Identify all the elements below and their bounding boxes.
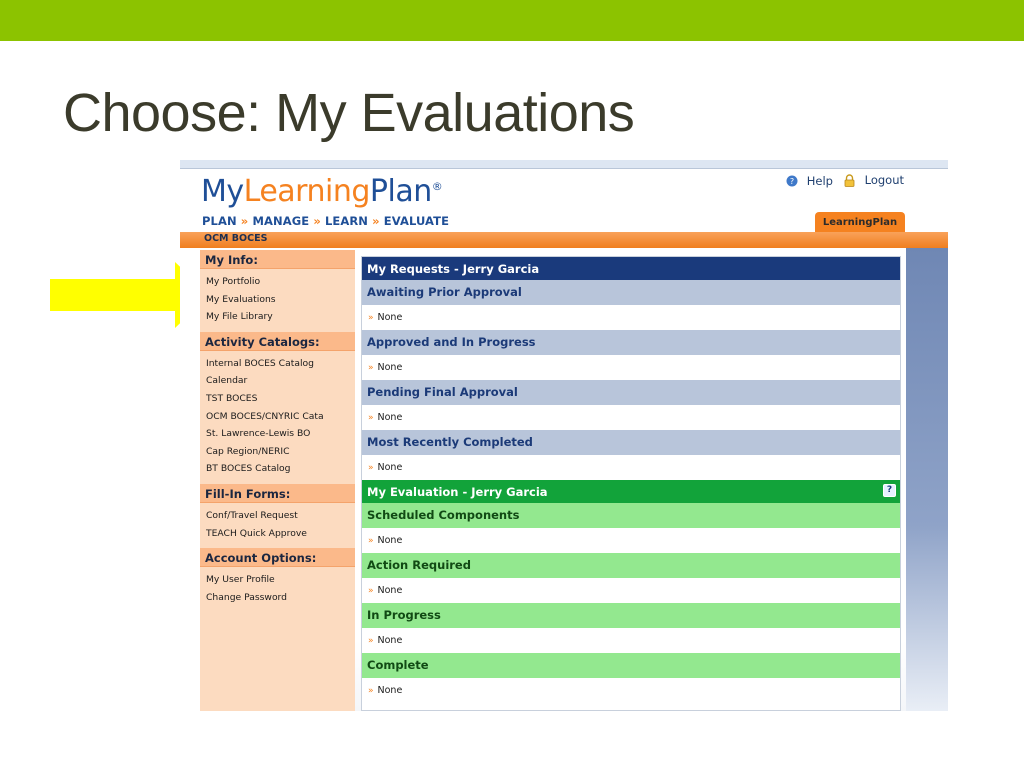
sidebar-heading-account-options: Account Options: [200,548,355,568]
evaluation-help-icon[interactable]: ? [883,484,896,497]
tagline-separator: » [313,214,321,228]
top-links: ? Help Logout [780,173,904,190]
sidebar-item-conf-travel-request[interactable]: Conf/Travel Request [206,507,355,525]
sidebar-heading-fill-in-forms: Fill-In Forms: [200,483,355,503]
list-item: » None [362,578,900,603]
section-value: None [377,412,403,423]
logo-learning: Learning [243,174,371,209]
tagline-manage: MANAGE [252,214,310,228]
tagline-evaluate: EVALUATE [383,214,450,228]
section-most-recently-completed: Most Recently Completed [362,430,900,455]
browser-toolbar-strip [180,160,948,169]
logo-my: My [201,174,244,209]
section-value: None [377,685,403,696]
evaluation-panel-title-text: My Evaluation - Jerry Garcia [367,485,548,499]
org-bar [180,232,948,248]
svg-text:?: ? [790,177,794,186]
mylearningplan-logo[interactable]: MyLearningPlan® [201,174,443,209]
sidebar-item-change-password[interactable]: Change Password [206,589,355,607]
section-value: None [377,362,403,373]
logo-plan: Plan [369,174,432,209]
sidebar-heading-activity-catalogs: Activity Catalogs: [200,331,355,351]
section-complete: Complete [362,653,900,678]
sidebar-item-st-lawrence-lewis[interactable]: St. Lawrence-Lewis BO [206,425,355,443]
tagline-plan: PLAN [202,214,237,228]
sidebar-item-ocm-boces-cnyric[interactable]: OCM BOCES/CNYRIC Cata [206,408,355,426]
tagline-separator: » [240,214,249,228]
help-link-label: Help [806,173,833,188]
sidebar-item-my-evaluations[interactable]: My Evaluations [206,291,355,309]
list-item: » None [362,528,900,553]
slide-accent-bar [0,0,1024,41]
list-item: » None [362,355,900,380]
org-name: OCM BOCES [204,233,268,244]
sidebar-item-teach-quick-approve[interactable]: TEACH Quick Approve [206,525,355,543]
sidebar-item-bt-boces-catalog[interactable]: BT BOCES Catalog [206,460,355,478]
evaluation-panel-title: My Evaluation - Jerry Garcia ? [362,480,900,503]
sidebar-item-cap-region-neric[interactable]: Cap Region/NERIC [206,443,355,461]
tab-learningplan[interactable]: LearningPlan [815,212,905,233]
sidebar-heading-my-info: My Info: [200,250,355,269]
help-link[interactable]: ? Help [786,174,833,188]
help-icon: ? [786,175,798,186]
section-in-progress: In Progress [362,603,900,628]
section-value: None [377,462,403,473]
list-item: » None [362,305,900,330]
bullet-icon: » [368,636,374,646]
section-awaiting-prior-approval: Awaiting Prior Approval [362,280,900,305]
lock-icon [844,173,855,187]
logout-link-label: Logout [864,173,904,187]
bullet-icon: » [368,463,374,473]
section-approved-in-progress: Approved and In Progress [362,330,900,355]
sidebar-item-internal-boces-catalog[interactable]: Internal BOCES Catalog [206,355,355,373]
bullet-icon: » [368,686,374,696]
logo-tagline: PLAN » MANAGE » LEARN » EVALUATE [202,214,449,228]
requests-panel-title: My Requests - Jerry Garcia [362,257,900,280]
left-margin [180,248,200,711]
slide-title: Choose: My Evaluations [63,83,635,143]
list-item: » None [362,678,900,703]
tagline-learn: LEARN [324,214,369,228]
logo-registered-mark: ® [431,180,443,193]
bullet-icon: » [368,363,374,373]
section-value: None [377,312,403,323]
logout-link[interactable]: Logout [843,173,904,187]
main-content: My Requests - Jerry Garcia Awaiting Prio… [361,256,901,711]
sidebar-item-tst-boces[interactable]: TST BOCES [206,390,355,408]
bullet-icon: » [368,413,374,423]
section-value: None [377,535,403,546]
section-value: None [377,635,403,646]
section-action-required: Action Required [362,553,900,578]
app-screenshot: MyLearningPlan® PLAN » MANAGE » LEARN » … [180,160,948,711]
section-pending-final-approval: Pending Final Approval [362,380,900,405]
section-value: None [377,585,403,596]
sidebar-item-calendar[interactable]: Calendar [206,372,355,390]
list-item: » None [362,405,900,430]
bullet-icon: » [368,536,374,546]
bullet-icon: » [368,586,374,596]
bullet-icon: » [368,313,374,323]
list-item: » None [362,628,900,653]
right-gradient-margin [906,248,948,711]
section-scheduled-components: Scheduled Components [362,503,900,528]
sidebar-item-my-portfolio[interactable]: My Portfolio [206,273,355,291]
list-item: » None [362,455,900,480]
tagline-separator: » [372,214,380,228]
sidebar: My Info: My Portfolio My Evaluations My … [200,250,355,711]
sidebar-item-my-user-profile[interactable]: My User Profile [206,571,355,589]
sidebar-item-my-file-library[interactable]: My File Library [206,308,355,326]
